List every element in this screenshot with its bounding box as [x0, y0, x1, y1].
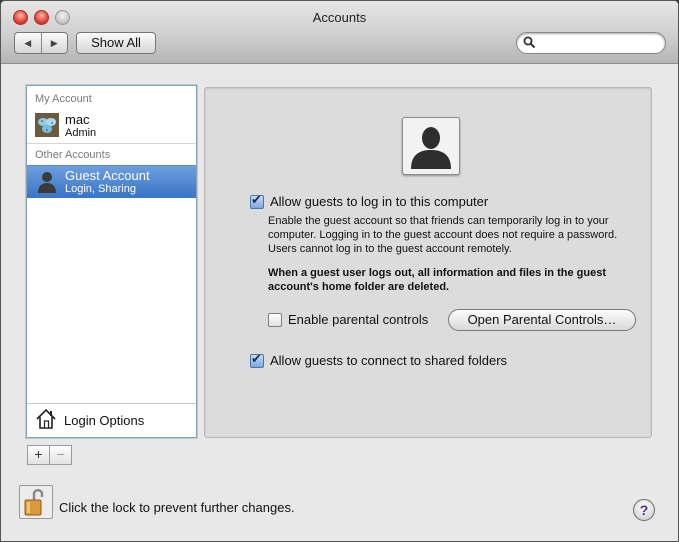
account-name: mac: [65, 112, 90, 127]
guest-silhouette-icon: [411, 127, 451, 169]
forward-arrow-icon: ▶: [50, 37, 58, 48]
accounts-list: My Account mac Admin Other Accounts Gues…: [26, 85, 197, 438]
allow-guest-login-label: Allow guests to log in to this computer: [270, 194, 489, 209]
guest-description: Enable the guest account so that friends…: [268, 215, 618, 255]
parental-controls-label: Enable parental controls: [288, 312, 429, 327]
guest-settings-panel: Allow guests to log in to this computer …: [204, 87, 652, 438]
forward-button[interactable]: ▶: [40, 33, 68, 53]
shared-folders-checkbox[interactable]: [250, 351, 264, 368]
shared-folders-label: Allow guests to connect to shared folder…: [270, 353, 508, 368]
unlocked-padlock-icon: [24, 489, 44, 516]
shared-folders-row[interactable]: Allow guests to connect to shared folder…: [250, 351, 508, 368]
account-row-guest[interactable]: Guest Account Login, Sharing: [27, 165, 196, 198]
account-role: Admin: [65, 127, 97, 139]
lock-button[interactable]: [19, 485, 53, 519]
back-button[interactable]: ◀: [15, 33, 41, 53]
guest-picture[interactable]: [402, 117, 460, 175]
guest-user-icon: [38, 172, 56, 193]
account-row-mac[interactable]: mac Admin: [27, 110, 196, 142]
allow-guest-login-checkbox[interactable]: [250, 192, 264, 209]
add-remove-control: + −: [27, 445, 72, 465]
login-options-item[interactable]: Login Options: [27, 403, 196, 437]
allow-guest-login-row[interactable]: Allow guests to log in to this computer: [250, 192, 489, 209]
account-name: Guest Account: [65, 168, 150, 183]
open-parental-controls-button[interactable]: Open Parental Controls…: [448, 309, 636, 331]
avatar: [35, 113, 59, 137]
add-account-button[interactable]: +: [28, 446, 49, 464]
parental-controls-row[interactable]: Enable parental controls: [268, 312, 428, 327]
section-divider: [27, 143, 196, 144]
house-icon: [36, 408, 56, 429]
title-toolbar: Accounts ◀ ▶ Show All: [1, 1, 678, 64]
back-arrow-icon: ◀: [24, 37, 32, 48]
search-field[interactable]: [516, 32, 666, 54]
account-role: Login, Sharing: [65, 183, 136, 195]
my-account-header: My Account: [35, 93, 92, 105]
other-accounts-header: Other Accounts: [35, 149, 111, 161]
window-title: Accounts: [312, 10, 367, 25]
login-options-label: Login Options: [64, 413, 145, 428]
parental-controls-checkbox[interactable]: [268, 312, 282, 327]
help-button[interactable]: ?: [633, 499, 655, 521]
show-all-button[interactable]: Show All: [76, 32, 156, 54]
accounts-window: Accounts ◀ ▶ Show All My Account mac Adm: [0, 0, 679, 542]
back-forward-control: ◀ ▶: [14, 32, 68, 54]
guest-warning: When a guest user logs out, all informat…: [268, 267, 606, 293]
search-icon: [523, 36, 536, 49]
remove-account-button[interactable]: −: [49, 446, 71, 464]
lock-status-text: Click the lock to prevent further change…: [59, 500, 295, 515]
